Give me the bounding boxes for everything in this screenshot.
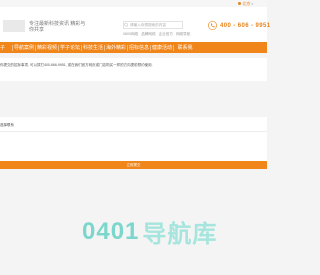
- location-pin-icon: [238, 2, 242, 5]
- hotline: 400 - 606 - 9951: [208, 21, 270, 30]
- search-input[interactable]: 请输入你想搜索的内容: [123, 21, 183, 29]
- nav-item[interactable]: 学子论坛: [59, 44, 81, 51]
- watermark-number: 0401: [82, 217, 140, 245]
- location-label: 北京: [242, 0, 251, 6]
- hot-word-link[interactable]: 网络导航: [176, 32, 190, 37]
- nav-item[interactable]: 健康活动: [151, 44, 173, 51]
- nav-item[interactable]: 联系我: [174, 44, 196, 51]
- site-logo[interactable]: [3, 20, 25, 32]
- main-nav: 子 导航案例 精彩视频 学子论坛 科技生活 海外精彩 招标信息 健康活动 联系我: [0, 42, 267, 53]
- nav-item[interactable]: 导航案例: [13, 44, 35, 51]
- form-title: 选择联系: [0, 123, 14, 127]
- site-header: 专注最新科技资讯 精彩与你共享 请输入你想搜索的内容 0800网络 品牌网络 企…: [0, 7, 270, 42]
- nav-item[interactable]: 科技生活: [82, 44, 104, 51]
- hot-word-link[interactable]: 品牌网络: [141, 32, 155, 37]
- nav-item[interactable]: 招标信息: [128, 44, 150, 51]
- hot-search-words: 0800网络 品牌网络 企业官方 网络导航: [123, 32, 190, 37]
- form-divider: [0, 131, 267, 132]
- hot-word-link[interactable]: 企业官方: [159, 32, 173, 37]
- phone-icon: [208, 21, 217, 30]
- chevron-down-icon: ▾: [251, 1, 253, 6]
- contact-form: 选择联系 立即提交: [0, 117, 267, 169]
- nav-item[interactable]: 精彩视频: [36, 44, 58, 51]
- location-selector[interactable]: 北京 ▾: [238, 0, 253, 7]
- top-bar: 北京 ▾: [0, 0, 267, 7]
- submit-button[interactable]: 立即提交: [0, 161, 267, 169]
- watermark-logo: 0401 导航库: [82, 214, 217, 249]
- notice-panel: 你提交的招标事项, 可以拨打400-666-9951, 或在我们官方网页或门店购…: [0, 58, 267, 81]
- search-icon[interactable]: [123, 21, 129, 29]
- nav-item[interactable]: 子: [0, 44, 12, 51]
- notice-text: 你提交的招标事项, 可以拨打400-666-9951, 或在我们官方网页或门店购…: [0, 63, 153, 67]
- watermark-text: 导航库: [142, 221, 218, 248]
- hot-word-link[interactable]: 0800网络: [123, 32, 138, 37]
- brand-watermark: 0401 导航库: [0, 210, 267, 275]
- site-slogan: 专注最新科技资讯 精彩与你共享: [29, 21, 86, 33]
- hotline-number: 400 - 606 - 9951: [220, 22, 271, 29]
- nav-item[interactable]: 海外精彩: [105, 44, 127, 51]
